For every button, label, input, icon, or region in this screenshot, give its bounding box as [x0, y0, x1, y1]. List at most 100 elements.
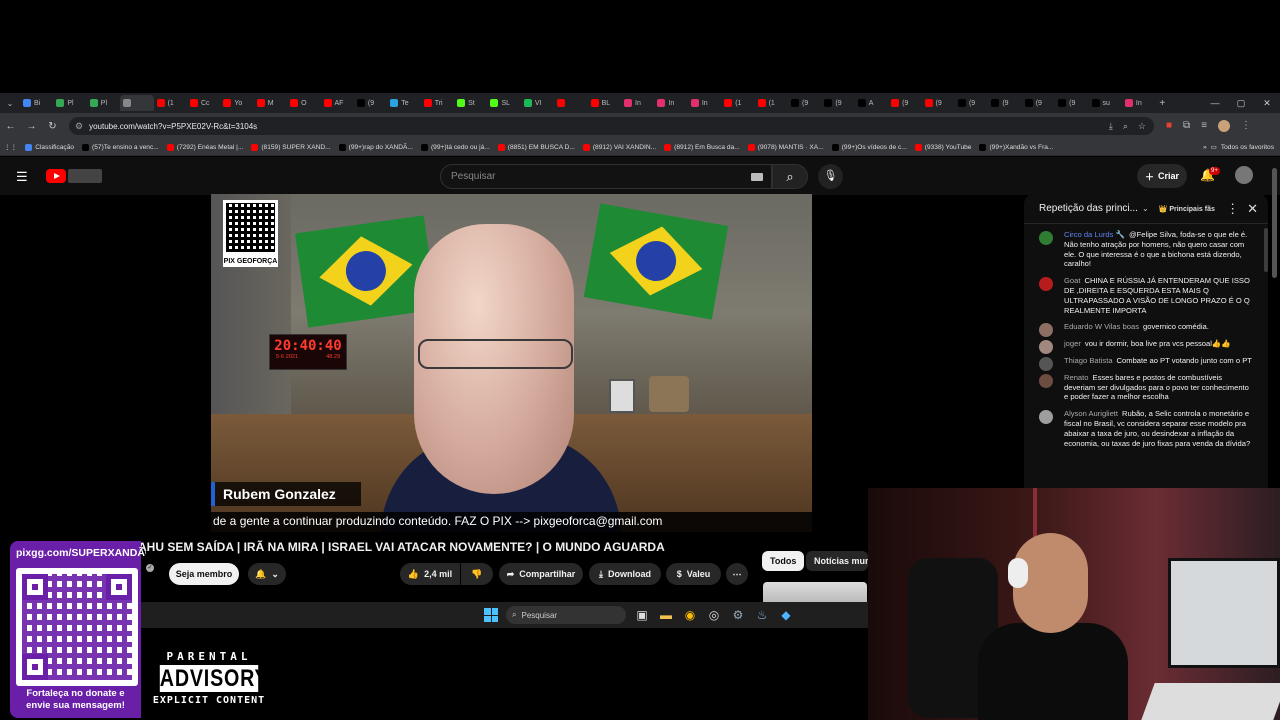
chat-avatar[interactable]	[1039, 340, 1053, 355]
browser-tab[interactable]: (9	[988, 95, 1021, 111]
bookmark-item[interactable]: (7292) Enéas Metal |...	[163, 143, 248, 151]
create-button[interactable]: ＋ Criar	[1137, 164, 1187, 188]
minimize-icon[interactable]: —	[1202, 98, 1228, 108]
browser-tab[interactable]: su	[1089, 95, 1122, 111]
file-explorer-icon[interactable]: ▬	[658, 606, 674, 624]
chrome-menu-icon[interactable]: ⋮	[1241, 120, 1251, 132]
extension-icon[interactable]: ■	[1166, 120, 1172, 132]
chat-message[interactable]: Renato Esses bares e postos de combustíve…	[1039, 373, 1252, 402]
browser-tab[interactable]: Yo	[220, 95, 253, 111]
browser-tab[interactable]: (1	[154, 95, 187, 111]
more-options-icon[interactable]: ⋮	[1226, 201, 1239, 217]
chat-message[interactable]: joger vou ir dormir, boa live pra vcs pes…	[1039, 339, 1252, 355]
chat-author[interactable]: joger	[1064, 339, 1081, 348]
voice-search-icon[interactable]: 🎙	[818, 164, 843, 189]
obs-icon[interactable]: ◎	[706, 606, 722, 624]
like-button[interactable]: 👍 2,4 mil	[400, 563, 460, 585]
browser-tab[interactable]: (9	[821, 95, 854, 111]
browser-tab[interactable]: (9	[1055, 95, 1088, 111]
youtube-logo[interactable]	[46, 169, 66, 183]
browser-tab[interactable]: (9	[888, 95, 921, 111]
chat-author[interactable]: Goat	[1064, 276, 1080, 285]
browser-tab[interactable]: In	[688, 95, 721, 111]
url-field[interactable]: ⚙ youtube.com/watch?v=P5PXE02V-Rc&t=3104…	[69, 117, 1154, 135]
browser-tab[interactable]: M	[254, 95, 287, 111]
youtube-wordmark[interactable]	[68, 169, 102, 183]
chat-author[interactable]: Eduardo W Vilas boas	[1064, 322, 1139, 331]
bookmark-item[interactable]: (9078) MANTIS · XA...	[744, 143, 828, 151]
bookmark-item[interactable]: (99+)Xandão vs Fra...	[975, 143, 1057, 151]
chat-message[interactable]: Goat CHINA E RÚSSIA JÁ ENTENDERAM QUE ISS…	[1039, 276, 1252, 315]
bookmark-item[interactable]: (8912) Em Busca da...	[660, 143, 744, 151]
browser-tab[interactable]: In	[621, 95, 654, 111]
bookmark-star-icon[interactable]: ☆	[1138, 121, 1146, 132]
browser-tab[interactable]: Te	[387, 95, 420, 111]
account-avatar[interactable]	[1235, 166, 1253, 184]
share-button[interactable]: ➦ Compartilhar	[499, 563, 583, 585]
app-icon[interactable]: ◆	[778, 606, 794, 624]
browser-tab[interactable]: (9	[922, 95, 955, 111]
bookmark-item[interactable]: (99+)Os vídeos de c...	[828, 143, 911, 151]
chat-author[interactable]: Renato	[1064, 373, 1089, 382]
site-info-icon[interactable]: ⚙	[75, 121, 83, 132]
browser-tab[interactable]	[120, 95, 154, 111]
chat-message[interactable]: Eduardo W Vilas boas governico comédia.	[1039, 322, 1252, 338]
browser-tab[interactable]: BL	[588, 95, 621, 111]
browser-tab[interactable]: SL	[487, 95, 520, 111]
browser-tab[interactable]: Tri	[421, 95, 454, 111]
browser-tab[interactable]: (9	[354, 95, 387, 111]
chat-author[interactable]: Thiago Batista	[1064, 356, 1113, 365]
chat-avatar[interactable]	[1039, 323, 1053, 338]
chrome-icon[interactable]: ◉	[682, 606, 698, 624]
more-actions-button[interactable]: ⋯	[726, 563, 748, 585]
browser-tab[interactable]: (9	[788, 95, 821, 111]
apps-icon[interactable]: ⋮⋮	[0, 143, 21, 151]
new-tab-button[interactable]: +	[1155, 98, 1169, 109]
page-scrollbar[interactable]	[1272, 168, 1277, 278]
tab-search-icon[interactable]: ⌄	[0, 99, 20, 108]
settings-icon[interactable]: ⚙	[730, 606, 746, 624]
reload-icon[interactable]: ↻	[42, 121, 63, 132]
browser-tab[interactable]: Pl	[53, 95, 86, 111]
chip-all[interactable]: Todos	[762, 551, 805, 571]
chip-news[interactable]: Notícias mundi	[806, 551, 868, 571]
browser-tab[interactable]: Cc	[187, 95, 220, 111]
download-button[interactable]: ⤓ Download	[589, 563, 661, 585]
join-button[interactable]: Seja membro	[169, 563, 239, 585]
browser-tab[interactable]: Pl	[87, 95, 120, 111]
bookmark-item[interactable]: (8912) VAI XANDIN...	[579, 143, 660, 151]
all-favorites[interactable]: » ▭ Todos os favoritos	[1203, 143, 1280, 152]
windows-start-icon[interactable]	[484, 608, 498, 622]
browser-tab[interactable]	[554, 95, 587, 111]
chat-avatar[interactable]	[1039, 356, 1053, 371]
search-input[interactable]: Pesquisar	[440, 164, 772, 189]
profile-avatar[interactable]	[1218, 120, 1231, 132]
browser-tab[interactable]: (9	[955, 95, 988, 111]
chevron-down-icon[interactable]: ⌄	[1142, 204, 1149, 213]
browser-tab[interactable]: St	[454, 95, 487, 111]
chat-message[interactable]: Thiago Batista Combate ao PT votando junt…	[1039, 356, 1252, 371]
chat-avatar[interactable]	[1039, 277, 1053, 292]
close-chat-icon[interactable]: ✕	[1247, 201, 1258, 217]
browser-tab[interactable]: A	[855, 95, 888, 111]
chat-message[interactable]: Alyson Aurigliett Rubão, a Selic controla…	[1039, 409, 1252, 448]
task-view-icon[interactable]: ▣	[634, 606, 650, 624]
chat-mode-label[interactable]: Repetição das princi...	[1039, 203, 1138, 214]
bookmark-item[interactable]: (8159) SUPER XAND...	[247, 143, 334, 151]
browser-tab[interactable]: AF	[321, 95, 354, 111]
keyboard-icon[interactable]	[751, 173, 763, 181]
close-window-icon[interactable]: ✕	[1254, 98, 1280, 109]
browser-tab[interactable]: Bi	[20, 95, 53, 111]
browser-tab[interactable]: O	[287, 95, 320, 111]
thanks-button[interactable]: $ Valeu	[666, 563, 721, 585]
chat-avatar[interactable]	[1039, 410, 1053, 425]
forward-icon[interactable]: →	[21, 121, 42, 132]
video-player[interactable]: 20:40:40 5·6·2021 48.29 PIX GEOFORÇA Rube…	[211, 194, 812, 532]
recommended-thumbnail[interactable]	[763, 582, 867, 602]
browser-tab[interactable]: (9	[1022, 95, 1055, 111]
browser-tab[interactable]: (1	[721, 95, 754, 111]
bookmark-item[interactable]: (9338) YouTube	[911, 143, 976, 151]
bookmark-item[interactable]: (57)Te ensino a venc...	[78, 143, 163, 151]
maximize-icon[interactable]: ▢	[1228, 98, 1254, 109]
extensions-puzzle-icon[interactable]: ⧉	[1183, 120, 1190, 132]
